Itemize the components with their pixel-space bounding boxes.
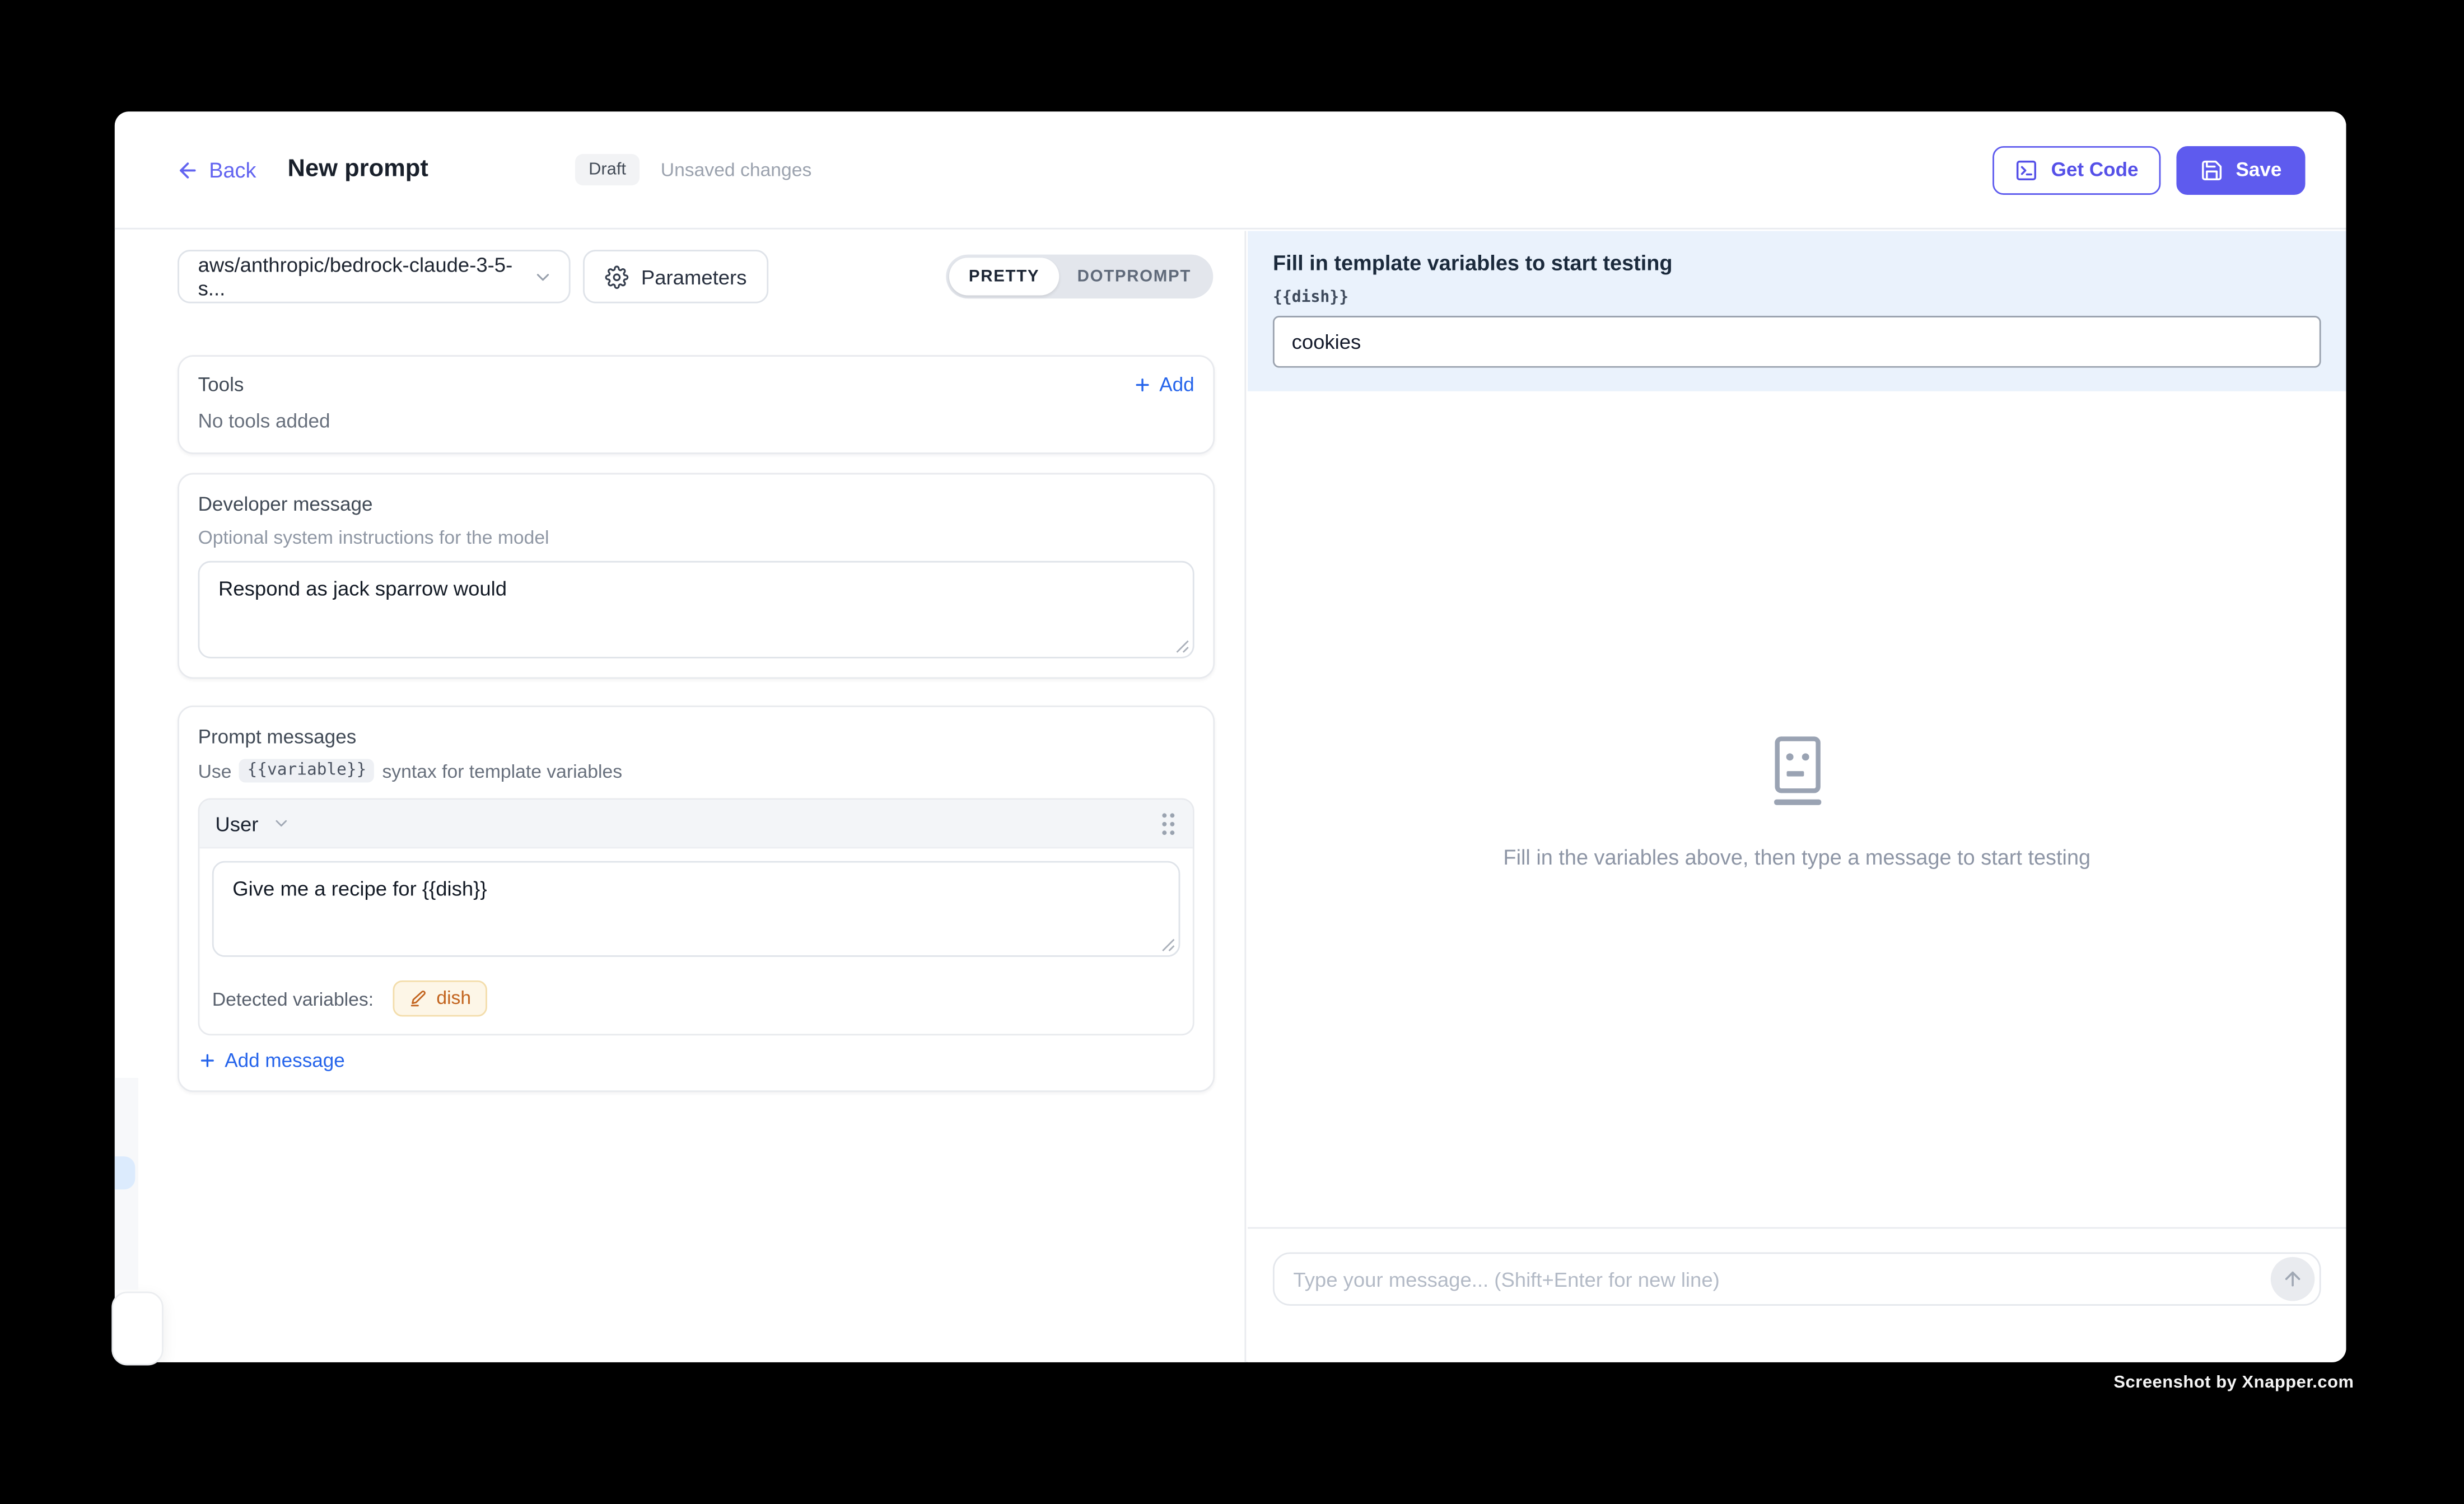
variable-badge-dish[interactable]: dish xyxy=(393,980,487,1017)
tools-title: Tools xyxy=(198,374,244,396)
developer-message-subtitle: Optional system instructions for the mod… xyxy=(198,526,1194,548)
variables-panel-title: Fill in template variables to start test… xyxy=(1273,251,2321,275)
sidebar-active-item-fragment[interactable] xyxy=(115,1156,135,1189)
screenshot-stage: Back New prompt Draft Unsaved changes Ge… xyxy=(0,0,2464,1503)
watermark-text: Screenshot by Xnapper.com xyxy=(2113,1374,2354,1393)
add-message-button[interactable]: Add message xyxy=(198,1049,1194,1071)
hint-suffix: syntax for template variables xyxy=(382,760,622,782)
status-badge: Draft xyxy=(575,154,640,185)
back-button[interactable]: Back xyxy=(176,158,256,181)
variable-name-label: {{dish}} xyxy=(1273,289,2321,306)
message-body: Give me a recipe for {{dish}} xyxy=(199,848,1192,969)
add-tool-label: Add xyxy=(1159,374,1194,396)
prompt-messages-title: Prompt messages xyxy=(198,726,1194,748)
add-tool-button[interactable]: Add xyxy=(1132,374,1194,396)
page-title: New prompt xyxy=(288,156,428,184)
view-mode-toggle: PRETTY DOTPROMPT xyxy=(947,255,1214,299)
chat-message-input[interactable] xyxy=(1273,1252,2321,1305)
save-icon xyxy=(2200,158,2223,181)
toggle-option-pretty[interactable]: PRETTY xyxy=(950,258,1058,295)
model-selector-value: aws/anthropic/bedrock-claude-3-5-s... xyxy=(198,253,533,300)
app-header: Back New prompt Draft Unsaved changes Ge… xyxy=(115,111,2346,229)
back-label: Back xyxy=(209,158,256,181)
developer-message-textarea[interactable]: Respond as jack sparrow would xyxy=(198,561,1194,658)
prompt-tester-pane: Fill in template variables to start test… xyxy=(1248,231,2346,1362)
chevron-down-icon xyxy=(273,814,292,833)
hint-prefix: Use xyxy=(198,760,232,782)
resize-handle-icon[interactable] xyxy=(1161,938,1175,952)
template-syntax-hint: Use {{variable}} syntax for template var… xyxy=(198,759,1194,782)
send-message-button[interactable] xyxy=(2271,1257,2315,1301)
resize-handle-icon[interactable] xyxy=(1175,639,1189,653)
toggle-option-dotprompt[interactable]: DOTPROMPT xyxy=(1058,258,1210,295)
parameters-button[interactable]: Parameters xyxy=(583,250,769,303)
app-window: Back New prompt Draft Unsaved changes Ge… xyxy=(115,111,2346,1362)
prompt-messages-card: Prompt messages Use {{variable}} syntax … xyxy=(178,706,1215,1092)
plus-icon xyxy=(198,1051,217,1070)
chevron-down-icon xyxy=(533,267,553,287)
template-variables-panel: Fill in template variables to start test… xyxy=(1248,231,2346,391)
terminal-icon xyxy=(2015,158,2038,181)
plus-icon xyxy=(1132,376,1151,395)
chat-input-bar xyxy=(1248,1227,2346,1362)
message-role-selector[interactable]: User xyxy=(199,800,1192,848)
save-button[interactable]: Save xyxy=(2176,146,2306,194)
arrow-left-icon xyxy=(176,158,199,181)
detected-variables-label: Detected variables: xyxy=(212,988,374,1010)
parameters-label: Parameters xyxy=(641,265,747,288)
gear-icon xyxy=(605,265,628,288)
drag-handle-icon[interactable] xyxy=(1160,810,1177,837)
developer-message-card: Developer message Optional system instru… xyxy=(178,473,1215,679)
tools-card: Tools Add No tools added xyxy=(178,355,1215,454)
detected-variables-row: Detected variables: dish xyxy=(199,969,1192,1034)
model-toolbar: aws/anthropic/bedrock-claude-3-5-s... Pa… xyxy=(178,250,1213,303)
tools-empty-text: No tools added xyxy=(198,410,1194,432)
get-code-label: Get Code xyxy=(2051,158,2139,180)
save-label: Save xyxy=(2236,158,2282,180)
unsaved-changes-text: Unsaved changes xyxy=(661,158,812,180)
get-code-button[interactable]: Get Code xyxy=(1993,146,2160,194)
arrow-up-icon xyxy=(2281,1268,2303,1290)
developer-message-title: Developer message xyxy=(198,493,1194,515)
chat-empty-state: Fill in the variables above, then type a… xyxy=(1248,736,2346,870)
pencil-icon xyxy=(408,988,427,1007)
robot-face-icon xyxy=(1248,736,2346,808)
variable-value-input[interactable] xyxy=(1273,316,2321,368)
chat-empty-text: Fill in the variables above, then type a… xyxy=(1248,846,2346,869)
message-block: User Give me a recipe for {{dish}} xyxy=(198,798,1194,1035)
add-message-label: Add message xyxy=(225,1049,344,1071)
model-selector[interactable]: aws/anthropic/bedrock-claude-3-5-s... xyxy=(178,250,571,303)
prompt-editor-pane: aws/anthropic/bedrock-claude-3-5-s... Pa… xyxy=(115,231,1246,1362)
user-message-textarea[interactable]: Give me a recipe for {{dish}} xyxy=(212,861,1180,957)
editor-cards: Tools Add No tools added Developer messa… xyxy=(178,355,1215,1092)
variable-badge-label: dish xyxy=(436,987,471,1008)
chat-area: Fill in the variables above, then type a… xyxy=(1248,391,2346,1227)
variable-syntax-chip: {{variable}} xyxy=(239,759,374,782)
message-role-value: User xyxy=(215,811,258,835)
corner-popover-fragment xyxy=(111,1292,164,1366)
